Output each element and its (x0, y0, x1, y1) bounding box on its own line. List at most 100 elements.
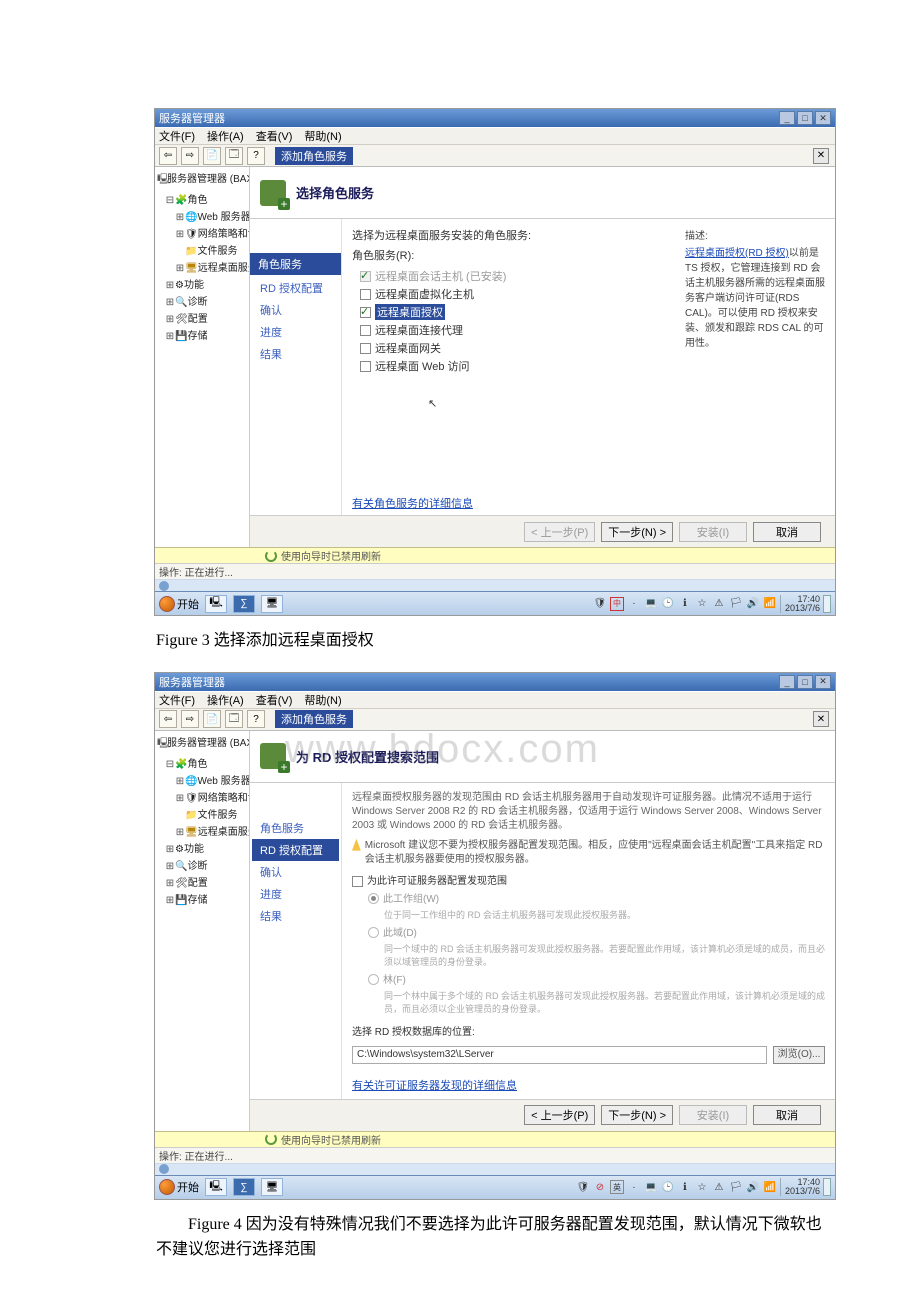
checkbox-icon[interactable] (360, 325, 371, 336)
tree-web[interactable]: ⊞🌐Web 服务器(IIS) (157, 771, 247, 788)
step-progress[interactable]: 进度 (252, 883, 339, 905)
tray-icon[interactable]: 📶 (763, 1180, 777, 1194)
checkbox-icon[interactable] (360, 307, 371, 318)
step-rd-license[interactable]: RD 授权配置 (252, 839, 339, 861)
db-path-input[interactable]: C:\Windows\system32\LServer (352, 1046, 767, 1064)
taskbar-app-icon[interactable]: 🖳 (205, 1178, 227, 1196)
tray-icon[interactable]: ☆ (695, 597, 709, 611)
tree-roles[interactable]: ⊟🧩角色 (157, 190, 247, 207)
toolbar-icon[interactable]: 🗔 (225, 710, 243, 728)
step-roleservice[interactable]: 角色服务 (252, 817, 339, 839)
tree-fs[interactable]: 📁文件服务 (157, 241, 247, 258)
tray-icon[interactable]: 🏳 (729, 1180, 743, 1194)
tray-icon[interactable]: ⚠ (712, 597, 726, 611)
toolbar-icon[interactable]: 🗔 (225, 147, 243, 165)
maximize-button[interactable]: □ (797, 111, 813, 125)
tree-root[interactable]: 🖳服务器管理器 (BAXSERVE (157, 733, 247, 754)
tray-icon[interactable]: ⚠ (712, 1180, 726, 1194)
clock[interactable]: 17:40 2013/7/6 (780, 595, 820, 613)
role-item[interactable]: 远程桌面 Web 访问 (360, 357, 825, 375)
tray-icon[interactable]: 🕒 (661, 1180, 675, 1194)
start-button[interactable]: 开始 (159, 596, 199, 612)
checkbox-icon[interactable] (360, 289, 371, 300)
ime-lang-icon[interactable]: 英 (610, 1180, 624, 1194)
taskbar-app-icon[interactable]: 🖳 (205, 595, 227, 613)
menu-help[interactable]: 帮助(N) (304, 692, 341, 708)
step-result[interactable]: 结果 (252, 905, 339, 927)
cancel-button[interactable]: 取消 (753, 522, 821, 542)
tree-store[interactable]: ⊞💾存储 (157, 326, 247, 343)
install-button[interactable]: 安装(I) (679, 522, 747, 542)
taskbar-app-icon[interactable]: ∑ (233, 595, 255, 613)
step-roleservice[interactable]: 角色服务 (250, 253, 341, 275)
ime-lang-icon[interactable]: 中 (610, 597, 624, 611)
tree-diag[interactable]: ⊞🔍诊断 (157, 292, 247, 309)
cancel-button[interactable]: 取消 (753, 1105, 821, 1125)
tree-diag[interactable]: ⊞🔍诊断 (157, 856, 247, 873)
tray-icon[interactable]: ℹ (678, 1180, 692, 1194)
tree-func[interactable]: ⊞⚙功能 (157, 275, 247, 292)
close-button[interactable]: ✕ (815, 675, 831, 689)
step-rd-license[interactable]: RD 授权配置 (252, 277, 339, 299)
next-button[interactable]: 下一步(N) > (601, 1105, 673, 1125)
tree-np[interactable]: ⊞🛡网络策略和访问服 (157, 788, 247, 805)
menu-file[interactable]: 文件(F) (159, 128, 195, 144)
wizard-close-button[interactable]: ✕ (813, 148, 829, 164)
tree-web[interactable]: ⊞🌐Web 服务器(IIS) (157, 207, 247, 224)
tray-icon[interactable]: 🏳 (729, 597, 743, 611)
tray-icon[interactable]: 🕒 (661, 597, 675, 611)
tray-icon[interactable]: ⊘ (593, 1180, 607, 1194)
taskbar-app-icon[interactable]: 🖥 (261, 1178, 283, 1196)
tree-rd[interactable]: ⊞🖥远程桌面服务 (157, 258, 247, 275)
tray-icon[interactable]: 🔊 (746, 597, 760, 611)
wizard-close-button[interactable]: ✕ (813, 711, 829, 727)
clock[interactable]: 17:40 2013/7/6 (780, 1178, 820, 1196)
tree-rd[interactable]: ⊞🖥远程桌面服务 (157, 822, 247, 839)
tree-fs[interactable]: 📁文件服务 (157, 805, 247, 822)
checkbox-icon[interactable] (352, 876, 363, 887)
help-icon[interactable]: ? (247, 147, 265, 165)
show-desktop-button[interactable] (823, 595, 831, 613)
help-icon[interactable]: ? (247, 710, 265, 728)
tray-icon[interactable]: 🛡 (593, 597, 607, 611)
tree-roles[interactable]: ⊟🧩角色 (157, 754, 247, 771)
checkbox-icon[interactable] (360, 361, 371, 372)
next-button[interactable]: 下一步(N) > (601, 522, 673, 542)
menu-file[interactable]: 文件(F) (159, 692, 195, 708)
minimize-button[interactable]: _ (779, 111, 795, 125)
toolbar-icon[interactable]: 📄 (203, 147, 221, 165)
nav-back-button[interactable]: ⇦ (159, 147, 177, 165)
tray-icon[interactable]: 🛡 (576, 1180, 590, 1194)
tree-cfg[interactable]: ⊞🛠配置 (157, 309, 247, 326)
nav-fwd-button[interactable]: ⇨ (181, 710, 199, 728)
tray-icon[interactable]: · (627, 597, 641, 611)
tray-icon[interactable]: ☆ (695, 1180, 709, 1194)
tray-icon[interactable]: 📶 (763, 597, 777, 611)
tray-icon[interactable]: ℹ (678, 597, 692, 611)
tree-nav[interactable]: 🖳服务器管理器 (BAXSERVE ⊟🧩角色 ⊞🌐Web 服务器(IIS) ⊞🛡… (155, 731, 250, 1131)
menu-view[interactable]: 查看(V) (256, 128, 293, 144)
back-button[interactable]: < 上一步(P) (524, 522, 595, 542)
tray-icon[interactable]: · (627, 1180, 641, 1194)
menu-help[interactable]: 帮助(N) (304, 128, 341, 144)
step-progress[interactable]: 进度 (252, 321, 339, 343)
tray-icon[interactable]: 💻 (644, 1180, 658, 1194)
close-button[interactable]: ✕ (815, 111, 831, 125)
start-button[interactable]: 开始 (159, 1179, 199, 1195)
minimize-button[interactable]: _ (779, 675, 795, 689)
taskbar-app-icon[interactable]: 🖥 (261, 595, 283, 613)
menu-action[interactable]: 操作(A) (207, 692, 244, 708)
nav-fwd-button[interactable]: ⇨ (181, 147, 199, 165)
tree-cfg[interactable]: ⊞🛠配置 (157, 873, 247, 890)
more-info-link[interactable]: 有关角色服务的详细信息 (352, 495, 825, 511)
checkbox-icon[interactable] (360, 343, 371, 354)
menu-action[interactable]: 操作(A) (207, 128, 244, 144)
taskbar-app-icon[interactable]: ∑ (233, 1178, 255, 1196)
tree-root[interactable]: 🖳服务器管理器 (BAXSERVE (157, 169, 247, 190)
install-button[interactable]: 安装(I) (679, 1105, 747, 1125)
tree-nav[interactable]: 🖳服务器管理器 (BAXSERVE ⊟🧩角色 ⊞🌐Web 服务器(IIS) ⊞🛡… (155, 167, 250, 547)
maximize-button[interactable]: □ (797, 675, 813, 689)
tree-func[interactable]: ⊞⚙功能 (157, 839, 247, 856)
more-info-link[interactable]: 有关许可证服务器发现的详细信息 (352, 1079, 825, 1094)
step-confirm[interactable]: 确认 (252, 299, 339, 321)
